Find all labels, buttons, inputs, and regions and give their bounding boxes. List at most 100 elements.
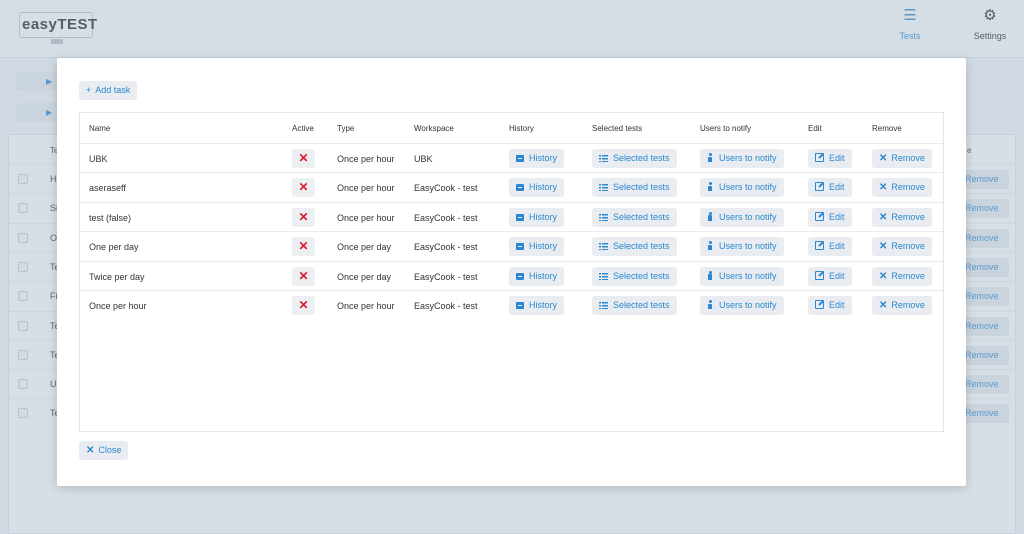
task-row: test (false) ✕ Once per hour EasyCook - tes… — [80, 201, 943, 231]
edit-icon — [815, 270, 824, 280]
history-button[interactable]: History — [509, 207, 565, 227]
users-to-notify-button[interactable]: Users to notify — [700, 149, 784, 168]
list-icon — [599, 302, 608, 309]
remove-button[interactable]: ✕ Remove — [872, 149, 932, 168]
edit-label: Edit — [829, 211, 845, 222]
edit-button[interactable]: Edit — [808, 149, 852, 168]
remove-label: Remove — [891, 153, 925, 163]
inactive-x-icon[interactable]: ✕ — [292, 237, 315, 257]
archive-icon — [516, 302, 524, 309]
remove-button[interactable]: ✕ Remove — [872, 266, 932, 286]
users-to-notify-button[interactable]: Users to notify — [700, 237, 784, 257]
task-workspace: EasyCook - test — [414, 271, 478, 282]
list-icon — [599, 213, 608, 221]
task-name: aseraseff — [89, 183, 126, 194]
history-label: History — [529, 300, 558, 310]
edit-button[interactable]: Edit — [808, 237, 852, 257]
selected-tests-label: Selected tests — [613, 241, 670, 252]
history-label: History — [529, 270, 558, 281]
person-icon — [707, 153, 713, 162]
close-icon: ✕ — [879, 182, 888, 194]
column-header-edit: Edit — [808, 124, 822, 133]
task-row: One per day ✕ Once per day EasyCook - test H… — [80, 231, 943, 260]
edit-button[interactable]: Edit — [808, 296, 852, 315]
close-icon: ✕ — [879, 300, 888, 311]
column-header-remove: Remove — [872, 124, 902, 133]
history-button[interactable]: History — [509, 296, 565, 315]
history-label: History — [529, 211, 558, 222]
selected-tests-button[interactable]: Selected tests — [592, 237, 677, 257]
remove-label: Remove — [891, 182, 925, 193]
history-label: History — [529, 153, 558, 163]
inactive-x-icon[interactable]: ✕ — [292, 266, 315, 286]
history-button[interactable]: History — [509, 149, 565, 168]
archive-icon — [516, 155, 524, 162]
users-to-notify-label: Users to notify — [719, 300, 777, 310]
task-name: One per day — [89, 242, 139, 253]
close-button[interactable]: ✕ Close — [79, 441, 129, 460]
task-workspace: EasyCook - test — [414, 301, 478, 311]
task-row: Twice per day ✕ Once per day EasyCook - tes… — [80, 260, 943, 290]
task-type: Once per hour — [337, 212, 395, 223]
tasks-table: Name Active Type Workspace History Selec… — [79, 112, 944, 432]
edit-label: Edit — [829, 182, 845, 193]
list-icon — [599, 184, 608, 192]
remove-label: Remove — [891, 211, 925, 222]
history-button[interactable]: History — [509, 266, 565, 286]
inactive-x-icon[interactable]: ✕ — [292, 149, 315, 168]
edit-label: Edit — [829, 241, 845, 252]
task-workspace: UBK — [414, 154, 433, 164]
users-to-notify-button[interactable]: Users to notify — [700, 296, 784, 315]
edit-icon — [815, 153, 824, 162]
selected-tests-button[interactable]: Selected tests — [592, 207, 677, 227]
users-to-notify-button[interactable]: Users to notify — [700, 178, 784, 198]
column-header-name: Name — [89, 124, 111, 133]
list-icon — [599, 243, 608, 251]
remove-button[interactable]: ✕ Remove — [872, 237, 932, 257]
history-label: History — [529, 241, 558, 252]
task-type: Once per hour — [337, 183, 395, 194]
edit-label: Edit — [829, 300, 845, 310]
edit-button[interactable]: Edit — [808, 178, 852, 198]
person-icon — [707, 211, 713, 221]
remove-button[interactable]: ✕ Remove — [872, 207, 932, 227]
remove-button[interactable]: ✕ Remove — [872, 296, 932, 315]
edit-icon — [815, 182, 824, 192]
task-name: Once per hour — [89, 301, 147, 311]
selected-tests-label: Selected tests — [613, 211, 670, 222]
selected-tests-button[interactable]: Selected tests — [592, 266, 677, 286]
task-workspace: EasyCook - test — [414, 212, 478, 223]
add-task-button[interactable]: + Add task — [79, 81, 138, 100]
close-label: Close — [98, 445, 122, 455]
selected-tests-label: Selected tests — [613, 153, 670, 163]
edit-icon — [815, 211, 824, 221]
users-to-notify-button[interactable]: Users to notify — [700, 207, 784, 227]
users-to-notify-label: Users to notify — [719, 270, 777, 281]
inactive-x-icon[interactable]: ✕ — [292, 207, 315, 227]
selected-tests-button[interactable]: Selected tests — [592, 178, 677, 198]
task-name: test (false) — [89, 212, 132, 223]
column-header-users-to-notify: Users to notify — [700, 124, 752, 133]
task-row: UBK ✕ Once per hour UBK History Selected test… — [80, 143, 943, 172]
history-button[interactable]: History — [509, 237, 565, 257]
inactive-x-icon[interactable]: ✕ — [292, 178, 315, 198]
edit-icon — [815, 241, 824, 251]
task-workspace: EasyCook - test — [414, 183, 478, 194]
selected-tests-button[interactable]: Selected tests — [592, 149, 677, 168]
remove-button[interactable]: ✕ Remove — [872, 178, 932, 198]
remove-label: Remove — [891, 241, 925, 252]
edit-button[interactable]: Edit — [808, 207, 852, 227]
selected-tests-label: Selected tests — [613, 182, 670, 193]
inactive-x-icon[interactable]: ✕ — [292, 296, 315, 315]
history-label: History — [529, 182, 558, 193]
close-icon: ✕ — [879, 153, 888, 164]
history-button[interactable]: History — [509, 178, 565, 198]
list-icon — [599, 155, 608, 162]
person-icon — [707, 241, 713, 251]
close-icon: ✕ — [879, 241, 888, 253]
users-to-notify-button[interactable]: Users to notify — [700, 266, 784, 286]
selected-tests-button[interactable]: Selected tests — [592, 296, 677, 315]
edit-icon — [815, 300, 824, 309]
archive-icon — [516, 184, 524, 192]
edit-button[interactable]: Edit — [808, 266, 852, 286]
